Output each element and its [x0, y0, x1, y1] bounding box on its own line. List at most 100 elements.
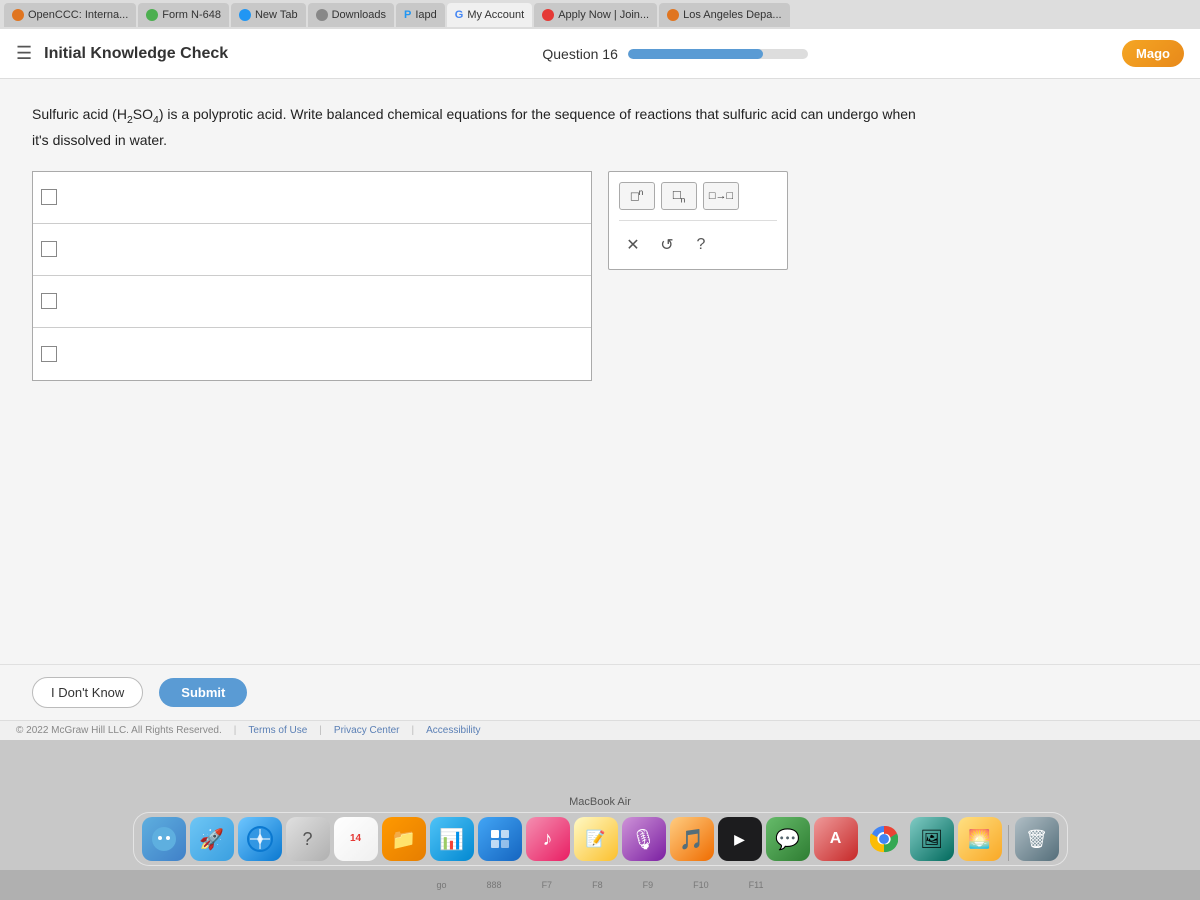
tab-label-myaccount: My Account: [467, 9, 524, 21]
subscript-icon: □n: [673, 187, 685, 205]
question-text-prefix: Sulfuric acid: [32, 106, 112, 122]
question-area: Sulfuric acid (H2SO4) is a polyprotic ac…: [0, 79, 1200, 664]
mago-button[interactable]: Mago: [1122, 40, 1184, 67]
tab-label-iapd: Iapd: [415, 9, 436, 21]
row-icon-2: [41, 241, 57, 257]
dock-messages[interactable]: 💬: [766, 817, 810, 861]
key-f8: F8: [592, 880, 603, 890]
answer-container: □n □n □→□ ✕ ↺: [32, 171, 792, 381]
menu-icon[interactable]: ☰: [16, 43, 32, 64]
tab-applynow[interactable]: Apply Now | Join...: [534, 3, 657, 27]
tab-iapd[interactable]: P Iapd: [396, 3, 445, 27]
tab-icon-applynow: [542, 9, 554, 21]
close-icon: ✕: [626, 235, 639, 255]
privacy-link[interactable]: Privacy Center: [334, 725, 400, 736]
page-content: ☰ Initial Knowledge Check Question 16 Ma…: [0, 29, 1200, 740]
dock-launchpad[interactable]: 🚀: [190, 817, 234, 861]
input-row-1: [33, 172, 591, 224]
dock-finder[interactable]: [142, 817, 186, 861]
dock-podcast[interactable]: 🎙: [622, 817, 666, 861]
dock-music[interactable]: ♪: [526, 817, 570, 861]
dock-appletv[interactable]: ▶: [718, 817, 762, 861]
footer-copyright: © 2022 McGraw Hill LLC. All Rights Reser…: [0, 720, 1200, 740]
bottom-bar: I Don't Know Submit: [0, 664, 1200, 720]
tab-la[interactable]: Los Angeles Depa...: [659, 3, 789, 27]
tab-icon-iapd: P: [404, 9, 411, 21]
dock-safari[interactable]: [238, 817, 282, 861]
row-input-2[interactable]: [63, 241, 583, 257]
undo-btn[interactable]: ↺: [653, 231, 681, 259]
tab-label-la: Los Angeles Depa...: [683, 9, 781, 21]
formula-text: (H2SO4): [112, 106, 163, 122]
question-text-suffix: is a polyprotic acid. Write balanced che…: [32, 106, 916, 148]
macbook-label: MacBook Air: [569, 796, 631, 808]
dock-preview[interactable]: 🖼: [910, 817, 954, 861]
subscript-btn[interactable]: □n: [661, 182, 697, 210]
superscript-btn[interactable]: □n: [619, 182, 655, 210]
keyboard-row: go 888 F7 F8 F9 F10 F11: [0, 870, 1200, 900]
undo-icon: ↺: [660, 235, 673, 255]
toolbar-symbols: ✕ ↺ ?: [619, 231, 777, 259]
dock-app2[interactable]: [478, 817, 522, 861]
tab-icon-myaccount: G: [455, 9, 464, 21]
arrow-btn[interactable]: □→□: [703, 182, 739, 210]
toolbar-divider: [619, 220, 777, 221]
progress-bar-fill: [628, 49, 763, 59]
dock-bar: 🚀 ? 14 📁 📊 ♪ 📝 🎙 🎵 ▶ 💬 A: [133, 812, 1068, 866]
tab-newtab[interactable]: New Tab: [231, 3, 306, 27]
key-f7: F7: [542, 880, 553, 890]
row-icon-1: [41, 189, 57, 205]
dock-photos[interactable]: 🌅: [958, 817, 1002, 861]
dock-question[interactable]: ?: [286, 817, 330, 861]
input-row-4: [33, 328, 591, 380]
tab-label-applynow: Apply Now | Join...: [558, 9, 649, 21]
row-input-4[interactable]: [63, 346, 583, 362]
row-input-3[interactable]: [63, 293, 583, 309]
dont-know-button[interactable]: I Don't Know: [32, 677, 143, 708]
tab-label-newtab: New Tab: [255, 9, 298, 21]
dock-dict[interactable]: A: [814, 817, 858, 861]
superscript-icon: □n: [631, 188, 643, 203]
row-icon-4: [41, 346, 57, 362]
input-row-2: [33, 224, 591, 276]
dock-files[interactable]: 📁: [382, 817, 426, 861]
page-title: Initial Knowledge Check: [44, 45, 228, 63]
tab-myaccount[interactable]: G My Account: [447, 3, 532, 27]
tab-icon-la: [667, 9, 679, 21]
header-left: ☰ Initial Knowledge Check: [16, 43, 228, 64]
close-btn[interactable]: ✕: [619, 231, 647, 259]
row-input-1[interactable]: [63, 189, 583, 205]
dock-trash[interactable]: 🗑: [1015, 817, 1059, 861]
dock-notes[interactable]: 📝: [574, 817, 618, 861]
key-go: go: [437, 880, 447, 890]
copyright-text: © 2022 McGraw Hill LLC. All Rights Reser…: [16, 725, 222, 736]
dock-app1[interactable]: 📊: [430, 817, 474, 861]
key-f11: F11: [749, 880, 764, 890]
tab-icon-form: [146, 9, 158, 21]
question-label: Question 16: [542, 46, 618, 62]
help-btn[interactable]: ?: [687, 231, 715, 259]
tab-icon-newtab: [239, 9, 251, 21]
question-text: Sulfuric acid (H2SO4) is a polyprotic ac…: [32, 103, 932, 151]
tab-form[interactable]: Form N-648: [138, 3, 229, 27]
footer-sep-3: |: [411, 725, 414, 736]
dock-divider: [1008, 825, 1009, 861]
dock-media[interactable]: 🎵: [670, 817, 714, 861]
key-888: 888: [487, 880, 502, 890]
key-f10: F10: [693, 880, 709, 890]
submit-button[interactable]: Submit: [159, 678, 247, 707]
input-rows: [32, 171, 592, 381]
help-icon: ?: [697, 236, 706, 254]
terms-link[interactable]: Terms of Use: [248, 725, 307, 736]
toolbar-panel: □n □n □→□ ✕ ↺: [608, 171, 788, 270]
toolbar-row-1: □n □n □→□: [619, 182, 777, 210]
key-f9: F9: [643, 880, 654, 890]
footer-sep-1: |: [234, 725, 237, 736]
tab-label-openccc: OpenCCC: Interna...: [28, 9, 128, 21]
dock-calendar[interactable]: 14: [334, 817, 378, 861]
tab-downloads[interactable]: Downloads: [308, 3, 394, 27]
footer-sep-2: |: [319, 725, 322, 736]
accessibility-link[interactable]: Accessibility: [426, 725, 480, 736]
dock-chrome[interactable]: [862, 817, 906, 861]
tab-openccc[interactable]: OpenCCC: Interna...: [4, 3, 136, 27]
